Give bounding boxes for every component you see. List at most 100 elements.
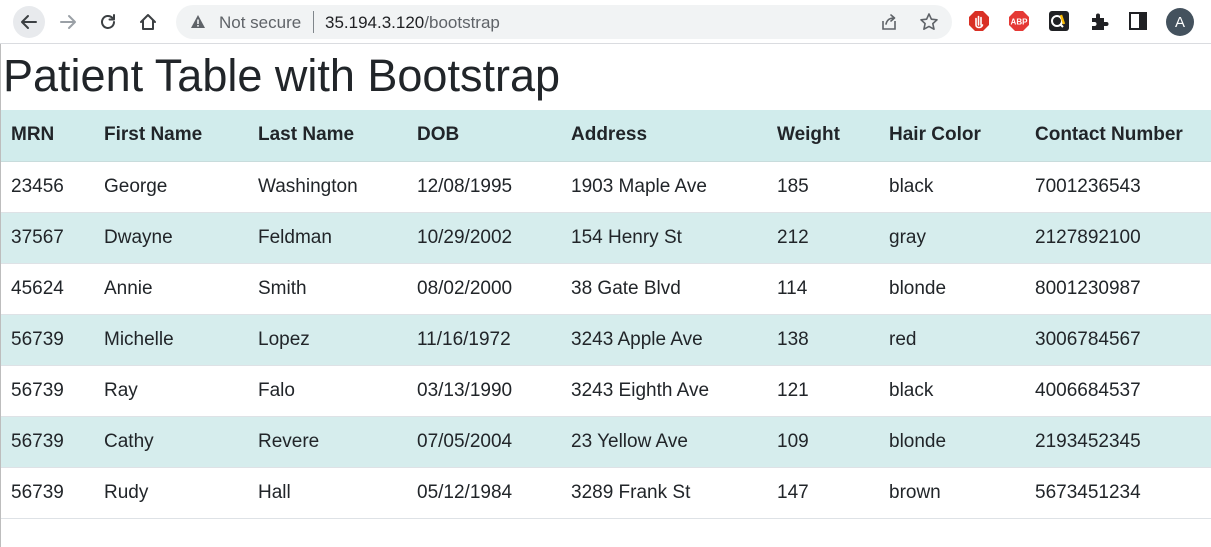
url-path: /bootstrap: [424, 13, 500, 32]
table-header-row: MRN First Name Last Name DOB Address Wei…: [1, 110, 1211, 162]
table-row: 37567 Dwayne Feldman 10/29/2002 154 Henry St…: [1, 212, 1211, 264]
cell-first-name: Dwayne: [94, 212, 248, 264]
cell-hair-color: red: [879, 314, 1025, 366]
cell-mrn: 37567: [1, 212, 94, 264]
cell-last-name: Falo: [248, 365, 407, 417]
stop-hand-extension-icon[interactable]: [968, 10, 990, 32]
side-panel-icon[interactable]: [1128, 11, 1148, 31]
reload-icon: [101, 14, 115, 29]
cell-contact-number: 8001230987: [1025, 263, 1211, 315]
cell-address: 154 Henry St: [561, 212, 767, 264]
cell-first-name: George: [94, 161, 248, 213]
cell-dob: 03/13/1990: [407, 365, 561, 417]
cell-mrn: 45624: [1, 263, 94, 315]
cell-contact-number: 4006684537: [1025, 365, 1211, 417]
arrow-left-icon: [21, 15, 37, 29]
cell-hair-color: black: [879, 161, 1025, 213]
cell-last-name: Feldman: [248, 212, 407, 264]
cell-last-name: Hall: [248, 467, 407, 519]
cell-hair-color: black: [879, 365, 1025, 417]
cell-weight: 114: [767, 263, 879, 315]
profile-avatar[interactable]: A: [1166, 8, 1194, 36]
cell-first-name: Ray: [94, 365, 248, 417]
header-dob: DOB: [407, 110, 561, 162]
security-label[interactable]: Not secure: [219, 13, 301, 33]
arrow-right-icon: [60, 15, 76, 29]
home-icon: [140, 14, 156, 30]
cell-hair-color: brown: [879, 467, 1025, 519]
browser-toolbar: Not secure 35.194.3.120/bootstrap ABP A: [0, 0, 1211, 44]
cell-mrn: 23456: [1, 161, 94, 213]
table-row: 45624 Annie Smith 08/02/2000 38 Gate Blvd 114…: [1, 263, 1211, 315]
cell-address: 23 Yellow Ave: [561, 416, 767, 468]
cell-address: 3243 Apple Ave: [561, 314, 767, 366]
cell-dob: 05/12/1984: [407, 467, 561, 519]
cell-contact-number: 5673451234: [1025, 467, 1211, 519]
table-row: 23456 George Washington 12/08/1995 1903 Mapl…: [1, 161, 1211, 213]
warning-icon[interactable]: [190, 14, 206, 30]
header-mrn: MRN: [1, 110, 94, 162]
cell-address: 3243 Eighth Ave: [561, 365, 767, 417]
cell-hair-color: gray: [879, 212, 1025, 264]
table-body: 23456 George Washington 12/08/1995 1903 Mapl…: [1, 161, 1211, 519]
cell-first-name: Rudy: [94, 467, 248, 519]
cell-dob: 07/05/2004: [407, 416, 561, 468]
cell-weight: 147: [767, 467, 879, 519]
cell-dob: 12/08/1995: [407, 161, 561, 213]
header-last-name: Last Name: [248, 110, 407, 162]
cell-last-name: Revere: [248, 416, 407, 468]
cell-hair-color: blonde: [879, 263, 1025, 315]
cell-weight: 109: [767, 416, 879, 468]
cell-address: 38 Gate Blvd: [561, 263, 767, 315]
table-row: 56739 Ray Falo 03/13/1990 3243 Eighth Ave 121…: [1, 365, 1211, 417]
cell-dob: 11/16/1972: [407, 314, 561, 366]
cell-first-name: Annie: [94, 263, 248, 315]
cell-weight: 212: [767, 212, 879, 264]
cell-dob: 08/02/2000: [407, 263, 561, 315]
url-text[interactable]: 35.194.3.120/bootstrap: [325, 13, 500, 33]
cell-contact-number: 2193452345: [1025, 416, 1211, 468]
cell-mrn: 56739: [1, 365, 94, 417]
cell-dob: 10/29/2002: [407, 212, 561, 264]
omnibox-divider: [313, 11, 314, 33]
bookmark-star-icon[interactable]: [919, 12, 939, 32]
page-title: Patient Table with Bootstrap: [3, 50, 561, 101]
table-row: 56739 Rudy Hall 05/12/1984 3289 Frank St 147 b…: [1, 467, 1211, 519]
forward-button[interactable]: [52, 6, 84, 38]
cell-mrn: 56739: [1, 314, 94, 366]
cell-contact-number: 2127892100: [1025, 212, 1211, 264]
cell-last-name: Washington: [248, 161, 407, 213]
cell-address: 3289 Frank St: [561, 467, 767, 519]
header-weight: Weight: [767, 110, 879, 162]
header-hair-color: Hair Color: [879, 110, 1025, 162]
patient-table: MRN First Name Last Name DOB Address Wei…: [1, 110, 1211, 519]
cell-last-name: Lopez: [248, 314, 407, 366]
header-contact-number: Contact Number: [1025, 110, 1211, 162]
cell-contact-number: 7001236543: [1025, 161, 1211, 213]
header-address: Address: [561, 110, 767, 162]
address-bar[interactable]: Not secure 35.194.3.120/bootstrap: [176, 5, 952, 39]
qa-extension-icon[interactable]: [1048, 10, 1070, 32]
home-button[interactable]: [132, 6, 164, 38]
svg-text:ABP: ABP: [1011, 18, 1029, 27]
extensions-puzzle-icon[interactable]: [1089, 10, 1111, 32]
cell-first-name: Michelle: [94, 314, 248, 366]
table-row: 56739 Michelle Lopez 11/16/1972 3243 Apple A…: [1, 314, 1211, 366]
adblock-plus-icon[interactable]: ABP: [1008, 10, 1030, 32]
table-row: 56739 Cathy Revere 07/05/2004 23 Yellow Ave 1…: [1, 416, 1211, 468]
header-first-name: First Name: [94, 110, 248, 162]
cell-contact-number: 3006784567: [1025, 314, 1211, 366]
cell-first-name: Cathy: [94, 416, 248, 468]
cell-mrn: 56739: [1, 467, 94, 519]
cell-address: 1903 Maple Ave: [561, 161, 767, 213]
reload-button[interactable]: [92, 6, 124, 38]
back-button[interactable]: [13, 6, 45, 38]
cell-hair-color: blonde: [879, 416, 1025, 468]
cell-weight: 138: [767, 314, 879, 366]
share-icon[interactable]: [879, 12, 899, 32]
url-host: 35.194.3.120: [325, 13, 425, 32]
cell-weight: 121: [767, 365, 879, 417]
cell-weight: 185: [767, 161, 879, 213]
cell-last-name: Smith: [248, 263, 407, 315]
cell-mrn: 56739: [1, 416, 94, 468]
